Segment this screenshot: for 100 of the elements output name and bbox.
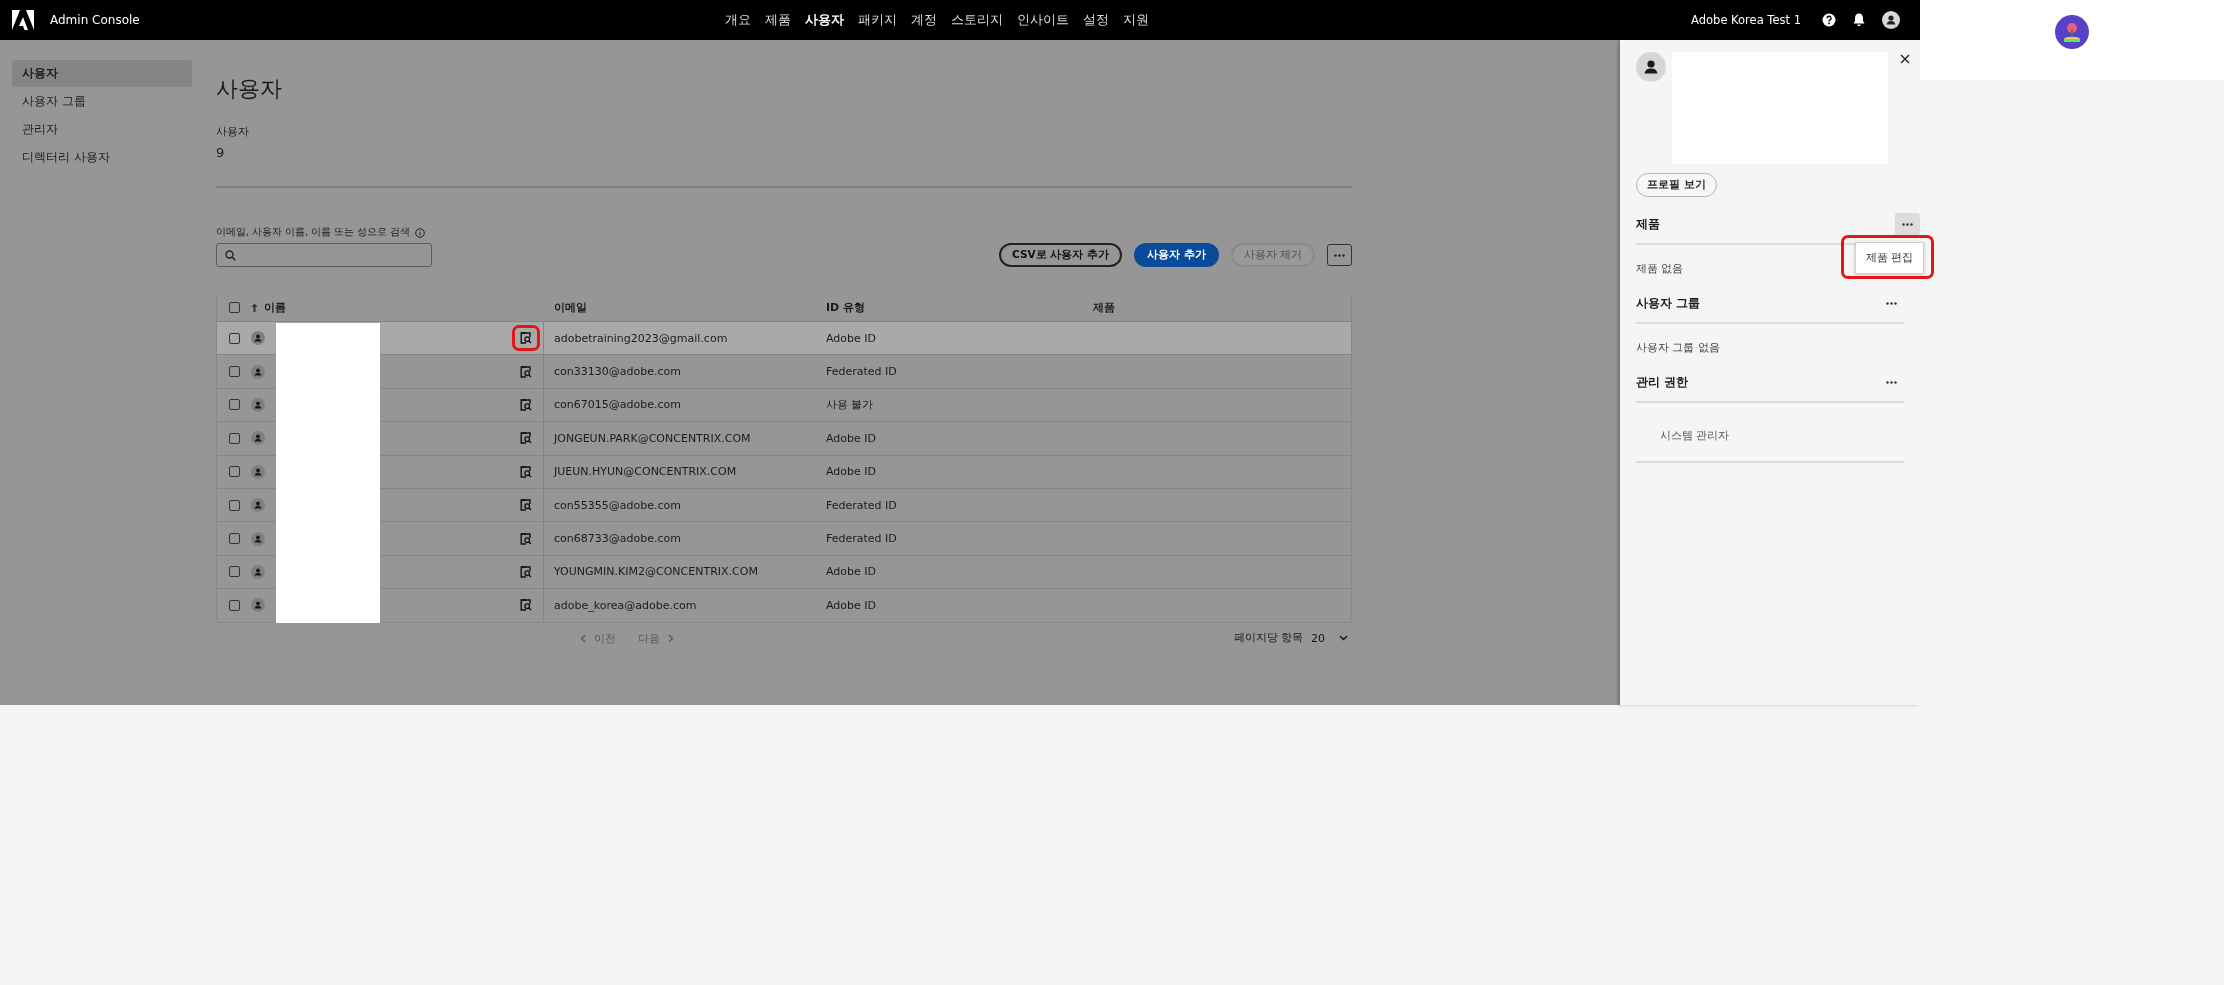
more-button[interactable] bbox=[1895, 213, 1920, 235]
user-avatar-icon bbox=[251, 531, 265, 546]
email-cell-text: con55355@adobe.com bbox=[553, 498, 682, 512]
column-header[interactable]: 이메일 bbox=[554, 299, 587, 315]
profile-search-icon[interactable] bbox=[520, 432, 532, 445]
sidebar-item[interactable]: 디렉터리 사용자 bbox=[12, 144, 192, 171]
id-type-cell-text: Adobe ID bbox=[825, 565, 877, 579]
profile-search-icon[interactable] bbox=[520, 332, 532, 345]
id-type-cell-text: Adobe ID bbox=[825, 331, 877, 345]
more-icon bbox=[1334, 253, 1345, 257]
row-checkbox[interactable] bbox=[228, 466, 240, 478]
user-avatar-icon bbox=[251, 431, 265, 446]
user-avatar-icon bbox=[251, 364, 265, 379]
action-button[interactable]: CSV로 사용자 추가 bbox=[999, 243, 1122, 267]
row-checkbox[interactable] bbox=[228, 432, 240, 444]
sidebar-item[interactable]: 사용자 그룹 bbox=[12, 88, 192, 115]
nav-tab[interactable]: 제품 bbox=[758, 11, 798, 29]
nav-tab[interactable]: 지원 bbox=[1116, 11, 1156, 29]
email-cell-text: con67015@adobe.com bbox=[553, 398, 682, 412]
chevron-left-icon bbox=[580, 633, 586, 643]
row-checkbox[interactable] bbox=[228, 366, 240, 378]
notification-icon[interactable] bbox=[1853, 13, 1865, 27]
select-all-checkbox[interactable] bbox=[228, 301, 240, 313]
section-title: 제품 bbox=[1636, 215, 1660, 233]
per-page-dropdown[interactable]: 20 bbox=[1311, 631, 1352, 645]
help-icon[interactable] bbox=[1822, 13, 1836, 27]
nav-tab[interactable]: 계정 bbox=[904, 11, 944, 29]
nav-tab[interactable]: 설정 bbox=[1076, 11, 1116, 29]
id-type-cell-text: 사용 불가 bbox=[825, 397, 875, 413]
sidebar-item[interactable]: 사용자 bbox=[12, 60, 192, 87]
nav-tab[interactable]: 사용자 bbox=[798, 11, 851, 29]
email-cell-text: JUEUN.HYUN@CONCENTRIX.COM bbox=[552, 465, 738, 479]
more-button[interactable] bbox=[1327, 244, 1352, 266]
logo-icon bbox=[12, 10, 34, 30]
view-profile-button[interactable]: 프로필 보기 bbox=[1636, 173, 1717, 197]
row-checkbox[interactable] bbox=[228, 399, 240, 411]
chevron-right-icon bbox=[668, 633, 674, 643]
user-avatar-icon bbox=[251, 397, 265, 412]
search-label: 이메일, 사용자 이름, 이름 또는 성으로 검색 bbox=[216, 226, 411, 239]
row-checkbox[interactable] bbox=[228, 332, 240, 344]
profile-search-icon[interactable] bbox=[520, 465, 532, 478]
id-type-cell-text: Federated ID bbox=[825, 532, 898, 546]
user-avatar-icon bbox=[251, 498, 265, 513]
more-icon bbox=[1886, 380, 1897, 384]
id-type-cell-text: Federated ID bbox=[825, 498, 898, 512]
more-icon bbox=[1886, 301, 1897, 305]
nav-tab[interactable]: 패키지 bbox=[851, 11, 904, 29]
row-checkbox[interactable] bbox=[228, 533, 240, 545]
menu-item[interactable]: 제품 편집 bbox=[1855, 243, 1923, 273]
table-row[interactable]: adobetraining2023@gmail.com Adobe ID bbox=[217, 321, 1351, 355]
id-type-cell-text: Adobe ID bbox=[825, 431, 877, 445]
section-title: 관리 권한 bbox=[1636, 373, 1689, 391]
stat-value: 9 bbox=[216, 145, 226, 160]
empty-message: 제품 없음 bbox=[1636, 261, 1685, 276]
profile-search-icon[interactable] bbox=[520, 499, 532, 512]
profile-search-icon[interactable] bbox=[520, 365, 532, 378]
row-checkbox[interactable] bbox=[228, 566, 240, 578]
email-cell-text: JONGEUN.PARK@CONCENTRIX.COM bbox=[552, 431, 752, 445]
sort-arrow-icon[interactable] bbox=[251, 302, 258, 312]
profile-search-icon[interactable] bbox=[520, 532, 532, 545]
app-avatar-icon[interactable] bbox=[2055, 15, 2089, 49]
profile-search-icon[interactable] bbox=[520, 565, 532, 578]
profile-search-icon[interactable] bbox=[520, 398, 532, 411]
stat-label: 사용자 bbox=[216, 124, 250, 139]
close-icon[interactable] bbox=[1900, 54, 1910, 64]
row-checkbox[interactable] bbox=[228, 499, 240, 511]
email-cell-text: con33130@adobe.com bbox=[553, 365, 682, 379]
role-item: 시스템 관리자 bbox=[1660, 429, 1731, 443]
column-header[interactable]: 이름 bbox=[264, 299, 286, 315]
account-icon[interactable] bbox=[1882, 11, 1900, 29]
user-avatar-icon bbox=[251, 564, 265, 579]
page-title: 사용자 bbox=[216, 75, 283, 103]
user-avatar-icon bbox=[251, 464, 265, 479]
per-page-label: 페이지당 항목 bbox=[1233, 631, 1303, 645]
email-cell-text: adobetraining2023@gmail.com bbox=[553, 331, 729, 345]
info-icon[interactable] bbox=[415, 227, 426, 238]
email-cell-text: adobe_korea@adobe.com bbox=[553, 598, 698, 612]
nav-tab[interactable]: 스토리지 bbox=[944, 11, 1010, 29]
email-cell-text: YOUNGMIN.KIM2@CONCENTRIX.COM bbox=[553, 565, 759, 579]
column-header[interactable]: 제품 bbox=[1093, 299, 1115, 315]
action-button[interactable]: 사용자 추가 bbox=[1134, 243, 1219, 267]
email-cell-text: con68733@adobe.com bbox=[553, 532, 682, 546]
empty-message: 사용자 그룹 없음 bbox=[1636, 340, 1721, 355]
search-field[interactable] bbox=[216, 243, 432, 267]
user-avatar-icon bbox=[251, 331, 265, 346]
nav-tab[interactable]: 개요 bbox=[718, 11, 758, 29]
section-title: 사용자 그룹 bbox=[1636, 294, 1701, 312]
nav-tab[interactable]: 인사이트 bbox=[1010, 11, 1076, 29]
org-name[interactable]: Adobe Korea Test 1 bbox=[1691, 13, 1801, 27]
search-icon bbox=[225, 249, 236, 261]
id-type-cell-text: Adobe ID bbox=[825, 465, 877, 479]
user-avatar-icon bbox=[251, 598, 265, 613]
chevron-down-icon bbox=[1339, 635, 1348, 641]
row-checkbox[interactable] bbox=[228, 599, 240, 611]
more-icon bbox=[1902, 222, 1913, 226]
column-header[interactable]: ID 유형 bbox=[826, 299, 866, 315]
user-avatar-icon bbox=[1636, 52, 1666, 82]
sidebar-item[interactable]: 관리자 bbox=[12, 116, 192, 143]
profile-search-icon[interactable] bbox=[520, 599, 532, 612]
id-type-cell-text: Federated ID bbox=[825, 365, 898, 379]
